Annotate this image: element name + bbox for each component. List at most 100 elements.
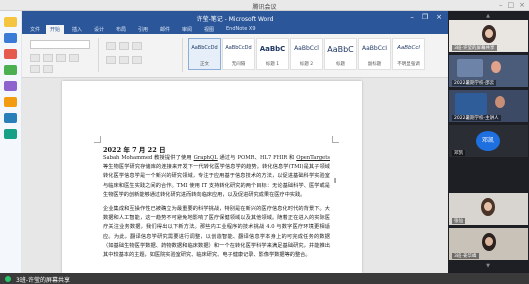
tab-view[interactable]: 视图 — [200, 25, 218, 34]
desktop-app-icon[interactable] — [4, 33, 17, 43]
numbering-button[interactable] — [119, 42, 129, 50]
desktop-app-icon[interactable] — [4, 113, 17, 123]
desktop-icon-column — [0, 11, 22, 273]
participant-name: 3班-许莹的屏幕共享 — [452, 45, 497, 51]
ribbon-tabs: 文件 开始 插入 设计 布局 引用 邮件 审阅 视图 EndNote X9 — [22, 24, 448, 34]
participant-tile[interactable]: 3班-许莹的屏幕共享 — [449, 20, 528, 52]
participant-video — [495, 96, 505, 108]
margin-corner-mark — [332, 136, 339, 143]
participant-name: 3班-姜华峰 — [452, 253, 479, 259]
minimize-icon[interactable]: – — [499, 1, 503, 9]
tab-design[interactable]: 设计 — [90, 25, 108, 34]
align-center-button[interactable] — [119, 56, 129, 64]
participant-tile[interactable]: 3班-姜华峰 — [449, 228, 528, 260]
participant-tile[interactable]: 邓凯 邓凯 — [449, 125, 528, 157]
style-title[interactable]: AaBbC 标题 — [324, 38, 357, 70]
window-controls: – □ × — [499, 1, 525, 9]
indent-button[interactable] — [132, 42, 142, 50]
font-name-box[interactable] — [30, 40, 90, 49]
opentargets-term: OpenTargets — [296, 155, 330, 161]
desktop-app-icon[interactable] — [4, 17, 17, 27]
participant-avatar: 邓凯 — [476, 131, 500, 151]
participant-video — [484, 202, 492, 211]
style-label: 无间隔 — [231, 62, 246, 67]
tab-file[interactable]: 文件 — [26, 25, 44, 34]
style-no-spacing[interactable]: AaBbCcDd 无间隔 — [222, 38, 255, 70]
style-sample: AaBbCcl — [397, 45, 420, 51]
underline-button[interactable] — [56, 54, 66, 62]
italic-button[interactable] — [43, 54, 53, 62]
align-left-button[interactable] — [106, 56, 116, 64]
meeting-title: 腾讯会议 — [252, 4, 277, 11]
minimize-icon[interactable]: – — [410, 13, 414, 21]
participant-tile[interactable]: 2022暑期学校-邵云 — [449, 55, 528, 87]
style-label: 标题 1 — [265, 62, 280, 67]
ribbon: AaBbCcDd 正文 AaBbCcDd 无间隔 AaBbC 标题 1 AaBb… — [22, 34, 448, 78]
document-page[interactable]: 2022 年 7 月 22 日 Sabah Mohammed 教授提供了使用 G… — [62, 81, 362, 273]
participant-tile[interactable]: 张仙 — [449, 193, 528, 225]
desktop-app-icon[interactable] — [4, 81, 17, 91]
style-sample: AaBbCcl — [294, 45, 319, 52]
bullets-button[interactable] — [106, 42, 116, 50]
style-label: 标题 2 — [299, 62, 314, 67]
style-label: 不明显强调 — [397, 62, 420, 67]
tab-references[interactable]: 引用 — [134, 25, 152, 34]
highlight-button[interactable] — [30, 65, 40, 73]
participant-tile[interactable]: 2022暑期学校-主讲人 — [449, 90, 528, 122]
style-normal[interactable]: AaBbCcDd 正文 — [188, 38, 221, 70]
strikethrough-button[interactable] — [43, 65, 53, 73]
margin-corner-mark — [94, 136, 101, 143]
align-justify-button[interactable] — [132, 56, 142, 64]
style-label: 副标题 — [367, 62, 382, 67]
style-sample: AaBbCcDd — [225, 45, 252, 51]
restore-icon[interactable]: ❐ — [422, 13, 428, 21]
participant-video — [485, 29, 493, 38]
style-heading-2[interactable]: AaBbCcl 标题 2 — [290, 38, 323, 70]
style-heading-1[interactable]: AaBbC 标题 1 — [256, 38, 289, 70]
style-subtitle[interactable]: AaBbCcI 副标题 — [358, 38, 391, 70]
desktop-app-icon[interactable] — [4, 49, 17, 59]
participant-video — [457, 59, 483, 77]
word-window-controls: – ❐ × — [410, 13, 442, 21]
participant-video — [491, 61, 501, 73]
close-icon[interactable]: × — [519, 1, 525, 9]
desktop-app-icon[interactable] — [4, 129, 17, 139]
tab-layout[interactable]: 布局 — [112, 25, 130, 34]
style-sample: AaBbC — [259, 45, 286, 53]
screen-share-status-bar: 3班-许莹的屏幕共享 — [0, 273, 529, 284]
tab-mailings[interactable]: 邮件 — [156, 25, 174, 34]
graphql-term: GraphQL — [193, 155, 218, 161]
tab-endnote[interactable]: EndNote X9 — [222, 25, 260, 33]
tab-review[interactable]: 审阅 — [178, 25, 196, 34]
ribbon-separator — [182, 38, 183, 72]
participant-video — [485, 237, 493, 246]
bold-button[interactable] — [30, 54, 40, 62]
tab-insert[interactable]: 插入 — [68, 25, 86, 34]
document-date: 2022 年 7 月 22 日 — [103, 146, 166, 154]
scroll-up-icon[interactable]: ▲ — [484, 13, 492, 19]
style-sample: AaBbCcI — [362, 45, 387, 52]
desktop-app-icon[interactable] — [4, 97, 17, 107]
document-canvas: 2022 年 7 月 22 日 Sabah Mohammed 教授提供了使用 G… — [22, 78, 448, 273]
document-title: 许莹-笔记 - Microsoft Word — [196, 16, 274, 23]
close-icon[interactable]: × — [436, 13, 442, 21]
scroll-down-icon[interactable]: ▼ — [484, 263, 492, 269]
desktop-app-icon[interactable] — [4, 65, 17, 75]
text-run: Sabah Mohammed 教授提供了使用 — [103, 155, 194, 161]
paragraph-1: Sabah Mohammed 教授提供了使用 GraphQL 通过与 POMR、… — [103, 154, 330, 200]
sharing-indicator-icon — [5, 276, 11, 282]
participant-video — [455, 93, 487, 115]
participant-name: 2022暑期学校-主讲人 — [452, 115, 501, 121]
style-sample: AaBbCcDd — [191, 45, 218, 51]
font-color-button[interactable] — [69, 54, 79, 62]
maximize-icon[interactable]: □ — [508, 1, 515, 9]
tab-home[interactable]: 开始 — [46, 25, 65, 34]
word-window: 许莹-笔记 - Microsoft Word – ❐ × 文件 开始 插入 设计… — [22, 11, 448, 273]
participant-video-panel: ▲ 3班-许莹的屏幕共享 2022暑期学校-邵云 2022暑期学校-主讲人 邓凯… — [448, 11, 529, 273]
style-label: 正文 — [200, 62, 209, 67]
style-label: 标题 — [336, 62, 345, 67]
participant-name: 张仙 — [452, 218, 465, 224]
style-subtle-emphasis[interactable]: AaBbCcl 不明显强调 — [392, 38, 425, 70]
participant-name: 2022暑期学校-邵云 — [452, 80, 497, 86]
word-title-bar: 许莹-笔记 - Microsoft Word – ❐ × — [22, 11, 448, 24]
